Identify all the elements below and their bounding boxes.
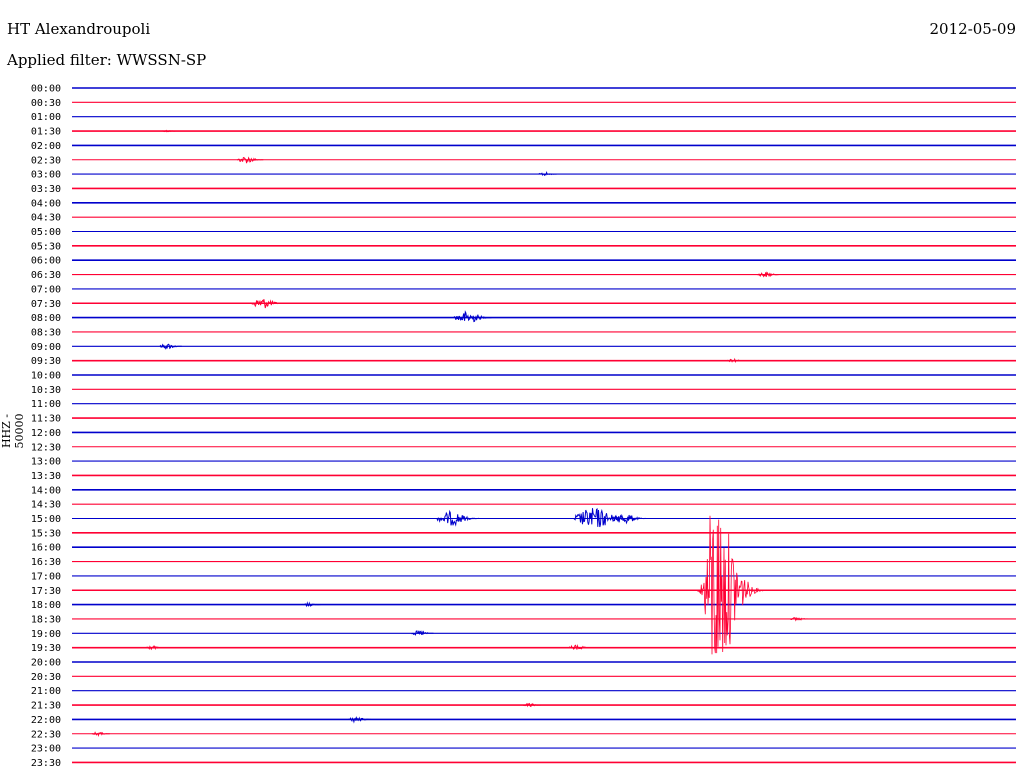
row-time-label: 00:00: [31, 84, 61, 95]
seismic-event-trace: [573, 507, 632, 528]
row-time-label: 07:00: [31, 284, 61, 295]
seismic-event-trace: [757, 271, 780, 278]
row-time-label: 18:30: [31, 614, 61, 625]
row-time-label: 12:00: [31, 428, 61, 439]
row-time-label: 20:00: [31, 658, 61, 669]
row-time-label: 05:00: [31, 227, 61, 238]
row-time-label: 22:30: [31, 729, 61, 740]
row-time-label: 06:30: [31, 270, 61, 281]
row-time-label: 11:00: [31, 399, 61, 410]
row-time-label: 04:30: [31, 213, 61, 224]
row-time-label: 07:30: [31, 299, 61, 310]
row-time-label: 21:30: [31, 701, 61, 712]
row-time-label: 22:00: [31, 715, 61, 726]
row-time-label: 06:00: [31, 256, 61, 267]
row-time-label: 15:00: [31, 514, 61, 525]
seismogram: 00:00 00:30 01:00 01:30 02:00 02:30 03:00 03:30…: [31, 84, 1016, 769]
row-time-label: 20:30: [31, 672, 61, 683]
row-time-label: 21:00: [31, 686, 61, 697]
row-time-label: 10:00: [31, 371, 61, 382]
seismic-event-trace: [236, 156, 264, 164]
row-time-label: 19:00: [31, 629, 61, 640]
seismic-event-trace: [348, 715, 371, 724]
row-time-label: 02:00: [31, 141, 61, 152]
row-time-label: 12:30: [31, 442, 61, 453]
row-time-label: 13:00: [31, 457, 61, 468]
row-time-label: 16:30: [31, 557, 61, 568]
row-time-label: 16:00: [31, 543, 61, 554]
row-time-label: 04:00: [31, 198, 61, 209]
row-time-label: 09:00: [31, 342, 61, 353]
row-time-label: 23:30: [31, 758, 61, 769]
row-time-label: 15:30: [31, 528, 61, 539]
row-time-label: 05:30: [31, 241, 61, 252]
row-time-label: 11:30: [31, 414, 61, 425]
row-time-label: 01:30: [31, 127, 61, 138]
row-time-label: 14:00: [31, 485, 61, 496]
row-time-label: 18:00: [31, 600, 61, 611]
seismic-event-trace: [538, 170, 557, 177]
row-time-label: 17:00: [31, 571, 61, 582]
row-time-label: 10:30: [31, 385, 61, 396]
row-time-label: 14:30: [31, 500, 61, 511]
row-time-label: 00:30: [31, 98, 61, 109]
seismic-event-trace: [159, 343, 182, 350]
seismic-event-trace: [790, 616, 809, 622]
row-time-label: 08:30: [31, 327, 61, 338]
seismic-event-trace: [436, 509, 479, 527]
seismic-event-trace: [145, 645, 164, 651]
row-time-label: 03:00: [31, 170, 61, 181]
row-time-label: 03:30: [31, 184, 61, 195]
seismic-event-trace: [453, 310, 492, 323]
row-time-label: 08:00: [31, 313, 61, 324]
row-time-label: 01:00: [31, 112, 61, 123]
row-time-label: 09:30: [31, 356, 61, 367]
row-time-label: 13:30: [31, 471, 61, 482]
row-time-label: 19:30: [31, 643, 61, 654]
row-time-label: 17:30: [31, 586, 61, 597]
row-time-label: 23:00: [31, 744, 61, 755]
row-time-label: 02:30: [31, 155, 61, 166]
